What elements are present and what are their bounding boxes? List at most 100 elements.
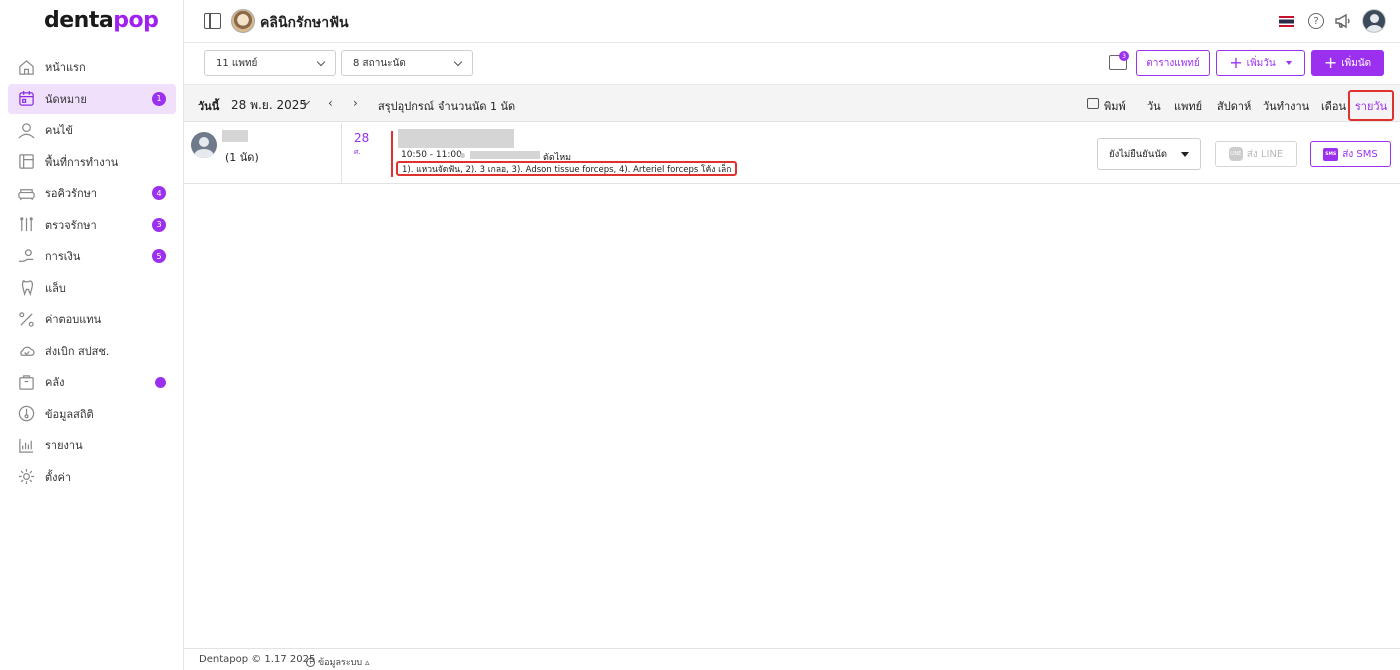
thai-flag-icon[interactable] xyxy=(1279,15,1294,27)
megaphone-icon[interactable] xyxy=(1334,13,1352,29)
sidebar-item-13[interactable]: ตั้งค่า xyxy=(8,462,176,492)
workspace-icon xyxy=(18,153,35,170)
date-number: 28 xyxy=(354,131,370,145)
sidebar-item-label: ตั้งค่า xyxy=(45,470,72,484)
chevron-down-icon xyxy=(453,57,463,67)
caret-down-icon[interactable] xyxy=(1285,61,1292,65)
cloud-icon xyxy=(18,342,35,359)
date-picker[interactable]: 28 พ.ย. 2025 xyxy=(231,96,307,115)
appointment-count: จำนวนนัด 1 นัด xyxy=(438,100,516,113)
add-day-label: เพิ่มวัน xyxy=(1246,57,1276,69)
sofa-icon xyxy=(18,185,35,202)
doctor-name-redacted xyxy=(222,130,248,142)
day-of-week: ศ. xyxy=(354,148,361,156)
sidebar-item-badge: 5 xyxy=(152,249,166,263)
appointment-time: 10:50 - 11:00 xyxy=(401,150,462,160)
add-appointment-button[interactable]: + เพิ่มนัด xyxy=(1311,50,1384,76)
status-dot xyxy=(460,153,465,158)
sidebar-item-label: การเงิน xyxy=(45,250,81,263)
sidebar-item-0[interactable]: หน้าแรก xyxy=(8,52,176,82)
calendar-icon xyxy=(18,90,35,107)
footer-copyright: Dentapop © 1.17 2025 xyxy=(199,654,316,665)
doctor-appointment-count: (1 นัด) xyxy=(225,151,259,164)
profile-avatar[interactable] xyxy=(1362,9,1386,33)
sidebar-item-label: คลัง xyxy=(45,376,65,389)
sidebar-item-12[interactable]: รายงาน xyxy=(8,430,176,460)
notification-dot xyxy=(155,377,166,388)
sidebar-item-11[interactable]: ข้อมูลสถิติ xyxy=(8,399,176,429)
sidebar-item-label: หน้าแรก xyxy=(45,61,86,74)
sidebar-item-label: นัดหมาย xyxy=(45,92,87,106)
sidebar-item-4[interactable]: รอคิวรักษา 4 xyxy=(8,178,176,208)
percent-icon xyxy=(18,311,35,328)
sidebar-item-8[interactable]: ค่าตอบแทน xyxy=(8,304,176,334)
sidebar-item-10[interactable]: คลัง xyxy=(8,367,176,397)
sidebar-item-badge: 3 xyxy=(152,217,166,232)
top-header: คลินิกรักษาฟัน ? xyxy=(184,0,1400,43)
send-sms-button[interactable]: SMS ส่ง SMS xyxy=(1310,141,1391,167)
view-tab-day[interactable]: วัน xyxy=(1147,97,1161,115)
sidebar-item-label: คนไข้ xyxy=(45,124,73,137)
add-day-button[interactable]: + เพิ่มวัน xyxy=(1216,50,1305,76)
view-tab-month[interactable]: เดือน xyxy=(1321,97,1346,115)
system-info-label: ข้อมูลระบบ ▵ xyxy=(318,658,370,668)
appointment-date: 28 ศ. xyxy=(354,131,369,158)
prev-date-button[interactable]: ‹ xyxy=(328,96,333,110)
dentapop-logo[interactable]: dentapop xyxy=(44,8,159,33)
doctor-schedule-button[interactable]: ตารางแพทย์ xyxy=(1136,50,1210,76)
help-icon[interactable]: ? xyxy=(1308,13,1324,29)
sidebar-item-label: รายงาน xyxy=(45,439,83,452)
sidebar-item-2[interactable]: คนไข้ xyxy=(8,115,176,145)
plus-icon: + xyxy=(1229,53,1243,72)
sidebar: dentapop หน้าแรกนัดหมาย 1 คนไข้พื้นที่การท… xyxy=(0,0,184,670)
line-icon: LINE xyxy=(1228,147,1243,161)
sidebar-item-label: พื้นที่การทำงาน xyxy=(45,155,119,169)
printer-icon[interactable] xyxy=(1087,98,1099,109)
payment-icon xyxy=(18,248,35,265)
doctor-select[interactable]: 11 แพทย์ xyxy=(204,50,336,76)
today-button[interactable]: วันนี้ xyxy=(198,97,219,115)
sidebar-item-1[interactable]: นัดหมาย 1 xyxy=(8,83,176,114)
doctor-select-value: 11 แพทย์ xyxy=(216,57,258,69)
sms-icon: SMS xyxy=(1323,147,1339,161)
view-tab-daily[interactable]: รายวัน xyxy=(1348,90,1394,121)
send-line-label: ส่ง LINE xyxy=(1246,148,1284,160)
sidebar-item-label: ข้อมูลสถิติ xyxy=(45,407,94,421)
system-info-link[interactable]: i ข้อมูลระบบ ▵ xyxy=(306,655,369,669)
sidebar-item-badge: 4 xyxy=(152,186,166,200)
clinic-name: คลินิกรักษาฟัน xyxy=(260,15,349,31)
send-line-button[interactable]: LINE ส่ง LINE xyxy=(1215,141,1297,167)
patient-name-redacted[interactable] xyxy=(398,129,514,148)
sidebar-toggle-icon[interactable] xyxy=(204,13,221,29)
view-tab-workday[interactable]: วันทำงาน xyxy=(1263,97,1309,115)
confirm-status-select[interactable]: ยังไม่ยืนยันนัด xyxy=(1097,138,1201,170)
appointment-status-bar xyxy=(391,131,393,177)
send-sms-label: ส่ง SMS xyxy=(1342,148,1378,160)
sidebar-item-3[interactable]: พื้นที่การทำงาน xyxy=(8,147,176,177)
header-actions: ? xyxy=(1279,9,1386,33)
appointment-status-select[interactable]: 8 สถานะนัด xyxy=(341,50,473,76)
doctor-avatar xyxy=(191,132,217,158)
sidebar-item-label: รอคิวรักษา xyxy=(45,187,98,200)
sidebar-item-6[interactable]: การเงิน 5 xyxy=(8,241,176,271)
next-date-button[interactable]: › xyxy=(353,96,358,110)
sidebar-item-5[interactable]: ตรวจรักษา 3 xyxy=(8,210,176,240)
bar-chart-icon xyxy=(18,437,35,454)
clinic-logo xyxy=(231,9,255,33)
appointment-tools: 1). แหวนจัดฟัน, 2). 3 เกลอ, 3). Adson ti… xyxy=(396,161,738,176)
print-button[interactable]: พิมพ์ xyxy=(1104,97,1126,115)
tools-summary-link[interactable]: สรุปอุปกรณ์ xyxy=(378,97,434,115)
sidebar-item-9[interactable]: ส่งเบิก สปสช. xyxy=(8,336,176,366)
add-appointment-label: เพิ่มนัด xyxy=(1341,57,1372,69)
sidebar-item-label: แล็บ xyxy=(45,281,66,295)
sidebar-item-7[interactable]: แล็บ xyxy=(8,273,176,303)
plus-icon: + xyxy=(1323,53,1338,72)
sidebar-item-label: ค่าตอบแทน xyxy=(45,313,102,326)
view-tab-week[interactable]: สัปดาห์ xyxy=(1217,97,1251,115)
status-select-value: 8 สถานะนัด xyxy=(353,57,406,69)
box-icon xyxy=(18,374,35,391)
appointment-row[interactable]: (1 นัด) 28 ศ. 10:50 - 11:00 ตัดไหม 1). แ… xyxy=(184,123,1400,184)
sidebar-item-label: ตรวจรักษา xyxy=(45,218,97,232)
view-tab-doctor[interactable]: แพทย์ xyxy=(1174,97,1202,115)
dental-tools-icon xyxy=(18,216,35,233)
